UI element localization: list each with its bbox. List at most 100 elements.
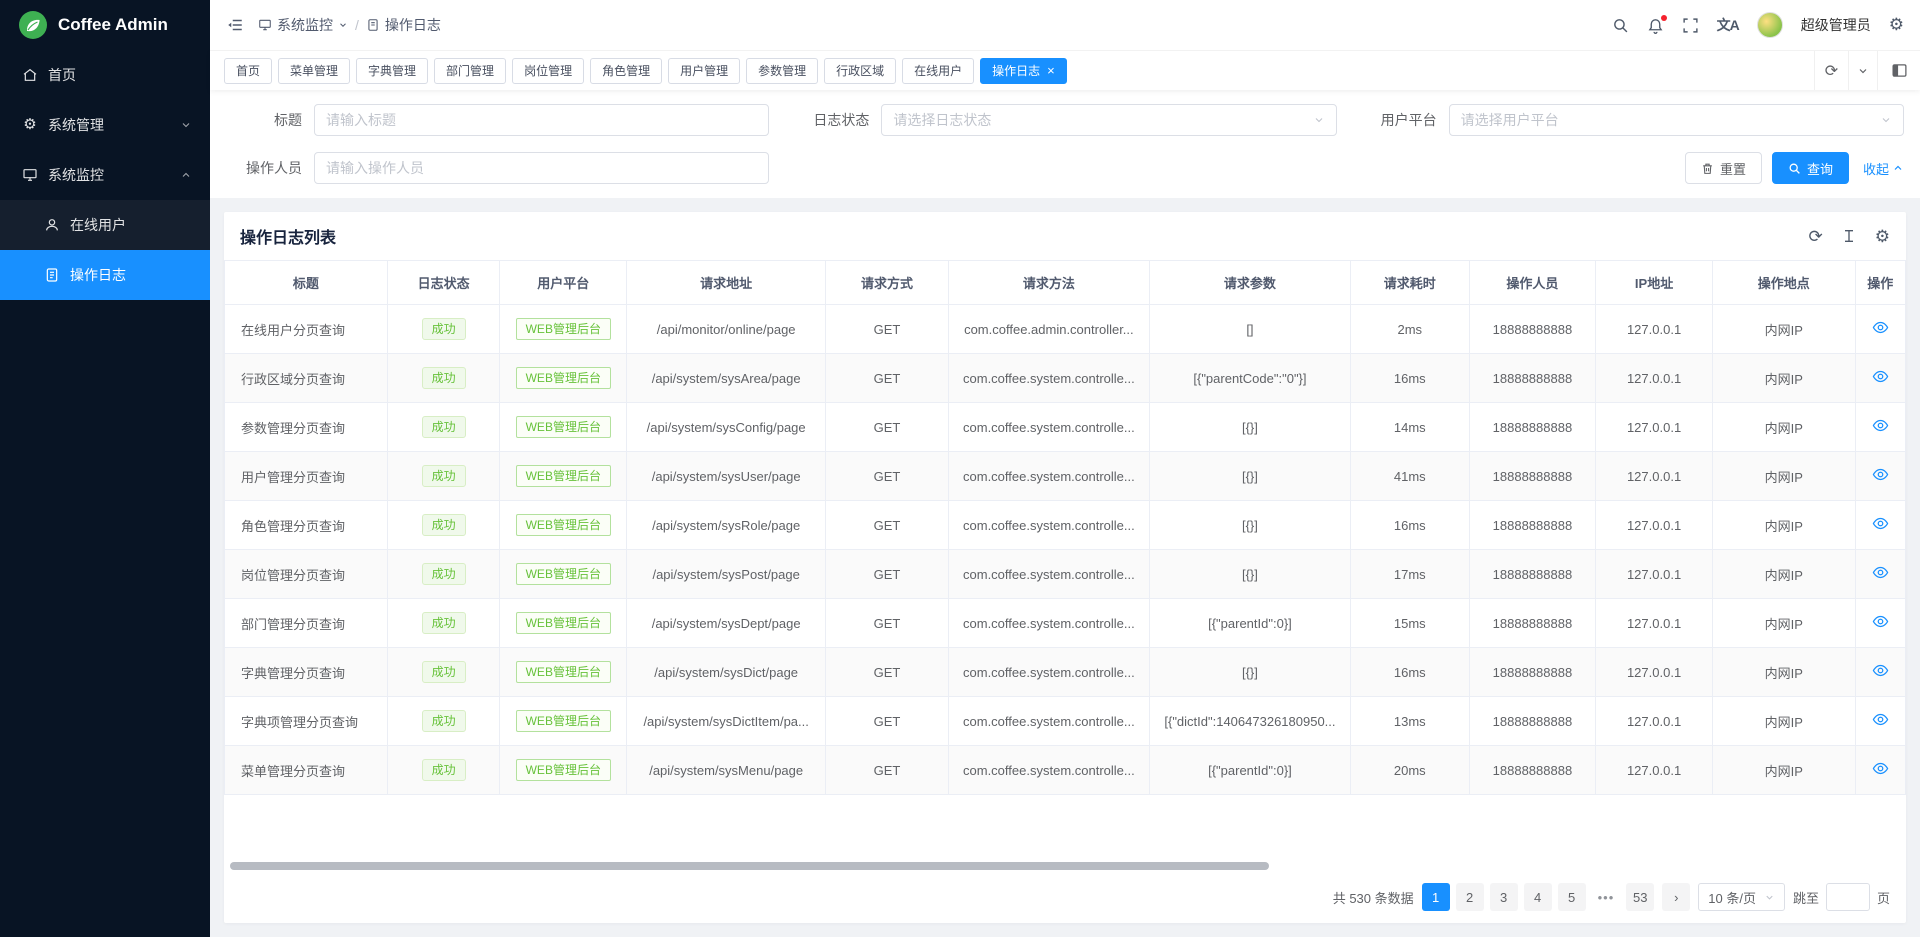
page-button-3[interactable]: 3 — [1490, 883, 1518, 911]
tab-item[interactable]: 在线用户 — [902, 58, 974, 84]
layout-setting-icon[interactable] — [1878, 51, 1920, 90]
page-button-2[interactable]: 2 — [1456, 883, 1484, 911]
status-badge: 成功 — [422, 416, 466, 438]
settings-gear-icon[interactable]: ⚙ — [1889, 15, 1904, 35]
page-size-select[interactable]: 10 条/页 — [1698, 883, 1785, 911]
cell-location: 内网IP — [1712, 697, 1855, 746]
collapse-filter-label: 收起 — [1863, 159, 1889, 178]
refresh-icon[interactable]: ⟳ — [1809, 228, 1823, 245]
sidebar-item-system-monitor[interactable]: 系统监控 — [0, 150, 210, 200]
monitor-icon — [22, 167, 38, 183]
cell-ip: 127.0.0.1 — [1596, 501, 1713, 550]
cell-method: GET — [826, 305, 949, 354]
tab-item[interactable]: 操作日志× — [980, 58, 1067, 84]
sidebar-item-home[interactable]: 首页 — [0, 50, 210, 100]
column-settings-gear-icon[interactable]: ⚙ — [1875, 228, 1890, 245]
platform-badge: WEB管理后台 — [516, 661, 611, 683]
status-badge: 成功 — [422, 563, 466, 585]
table-row: 菜单管理分页查询成功WEB管理后台/api/system/sysMenu/pag… — [225, 746, 1906, 795]
cell-ip: 127.0.0.1 — [1596, 697, 1713, 746]
user-name[interactable]: 超级管理员 — [1801, 15, 1871, 35]
tab-close-icon[interactable]: × — [1047, 64, 1055, 77]
tab-item[interactable]: 行政区域 — [824, 58, 896, 84]
jump-page-input[interactable] — [1826, 883, 1870, 911]
table-row: 岗位管理分页查询成功WEB管理后台/api/system/sysPost/pag… — [225, 550, 1906, 599]
tab-item[interactable]: 用户管理 — [668, 58, 740, 84]
cell-location: 内网IP — [1712, 599, 1855, 648]
title-input[interactable] — [326, 112, 757, 128]
density-icon[interactable] — [1841, 228, 1857, 244]
table-row: 字典项管理分页查询成功WEB管理后台/api/system/sysDictIte… — [225, 697, 1906, 746]
tab-item[interactable]: 角色管理 — [590, 58, 662, 84]
status-select[interactable]: 请选择日志状态 — [881, 104, 1336, 136]
notification-bell-icon[interactable] — [1647, 17, 1664, 34]
avatar[interactable] — [1757, 12, 1783, 38]
view-detail-eye-icon[interactable] — [1872, 760, 1889, 777]
status-badge: 成功 — [422, 514, 466, 536]
status-badge: 成功 — [422, 465, 466, 487]
scrollbar-thumb[interactable] — [230, 862, 1269, 870]
cell-title: 参数管理分页查询 — [225, 403, 388, 452]
sidebar-item-online-users[interactable]: 在线用户 — [0, 200, 210, 250]
column-header: 日志状态 — [387, 261, 500, 305]
collapse-sidebar-icon[interactable] — [226, 16, 244, 34]
cell-platform: WEB管理后台 — [500, 305, 627, 354]
page-ellipsis[interactable]: ••• — [1592, 883, 1621, 911]
view-detail-eye-icon[interactable] — [1872, 711, 1889, 728]
translate-icon[interactable]: 文A — [1717, 15, 1739, 35]
view-detail-eye-icon[interactable] — [1872, 368, 1889, 385]
main-area: 系统监控 / 操作日志 — [210, 0, 1920, 937]
page-button-5[interactable]: 5 — [1558, 883, 1586, 911]
view-detail-eye-icon[interactable] — [1872, 319, 1889, 336]
collapse-filter-link[interactable]: 收起 — [1863, 159, 1904, 178]
next-page-button[interactable]: › — [1662, 883, 1690, 911]
reset-button[interactable]: 重置 — [1685, 152, 1762, 184]
view-detail-eye-icon[interactable] — [1872, 417, 1889, 434]
sidebar-item-operation-log[interactable]: 操作日志 — [0, 250, 210, 300]
cell-status: 成功 — [387, 452, 500, 501]
tab-item[interactable]: 菜单管理 — [278, 58, 350, 84]
operation-log-table: 标题日志状态用户平台请求地址请求方式请求方法请求参数请求耗时操作人员IP地址操作… — [224, 260, 1906, 795]
tab-item[interactable]: 字典管理 — [356, 58, 428, 84]
status-badge: 成功 — [422, 710, 466, 732]
cell-action — [1855, 550, 1905, 599]
page-button-53[interactable]: 53 — [1626, 883, 1654, 911]
cell-platform: WEB管理后台 — [500, 354, 627, 403]
platform-badge: WEB管理后台 — [516, 367, 611, 389]
fullscreen-icon[interactable] — [1682, 17, 1699, 34]
view-detail-eye-icon[interactable] — [1872, 662, 1889, 679]
cell-status: 成功 — [387, 354, 500, 403]
view-detail-eye-icon[interactable] — [1872, 515, 1889, 532]
breadcrumb-item-monitor[interactable]: 系统监控 — [258, 15, 348, 35]
tab-options-dropdown-icon[interactable] — [1848, 51, 1878, 90]
search-icon — [1788, 162, 1801, 175]
search-button[interactable]: 查询 — [1772, 152, 1849, 184]
platform-select[interactable]: 请选择用户平台 — [1449, 104, 1904, 136]
page-button-1[interactable]: 1 — [1422, 883, 1450, 911]
tab-item[interactable]: 岗位管理 — [512, 58, 584, 84]
cell-action — [1855, 354, 1905, 403]
top-bar: 系统监控 / 操作日志 — [210, 0, 1920, 50]
search-button-label: 查询 — [1807, 159, 1833, 178]
cell-location: 内网IP — [1712, 452, 1855, 501]
tab-item[interactable]: 参数管理 — [746, 58, 818, 84]
cell-ip: 127.0.0.1 — [1596, 599, 1713, 648]
view-detail-eye-icon[interactable] — [1872, 613, 1889, 630]
sidebar-item-system-mgmt[interactable]: ⚙ 系统管理 — [0, 100, 210, 150]
refresh-tab-icon[interactable]: ⟳ — [1814, 51, 1848, 90]
cell-action — [1855, 697, 1905, 746]
tab-item[interactable]: 首页 — [224, 58, 272, 84]
cell-platform: WEB管理后台 — [500, 403, 627, 452]
page-button-4[interactable]: 4 — [1524, 883, 1552, 911]
tab-item[interactable]: 部门管理 — [434, 58, 506, 84]
filter-status-item: 日志状态 请选择日志状态 — [793, 104, 1336, 136]
cell-operator: 18888888888 — [1469, 550, 1596, 599]
view-detail-eye-icon[interactable] — [1872, 564, 1889, 581]
platform-select-placeholder: 请选择用户平台 — [1461, 110, 1880, 130]
column-header: 操作 — [1855, 261, 1905, 305]
operator-input[interactable] — [326, 160, 757, 176]
cell-operator: 18888888888 — [1469, 648, 1596, 697]
view-detail-eye-icon[interactable] — [1872, 466, 1889, 483]
search-icon[interactable] — [1612, 17, 1629, 34]
cell-duration: 13ms — [1350, 697, 1469, 746]
